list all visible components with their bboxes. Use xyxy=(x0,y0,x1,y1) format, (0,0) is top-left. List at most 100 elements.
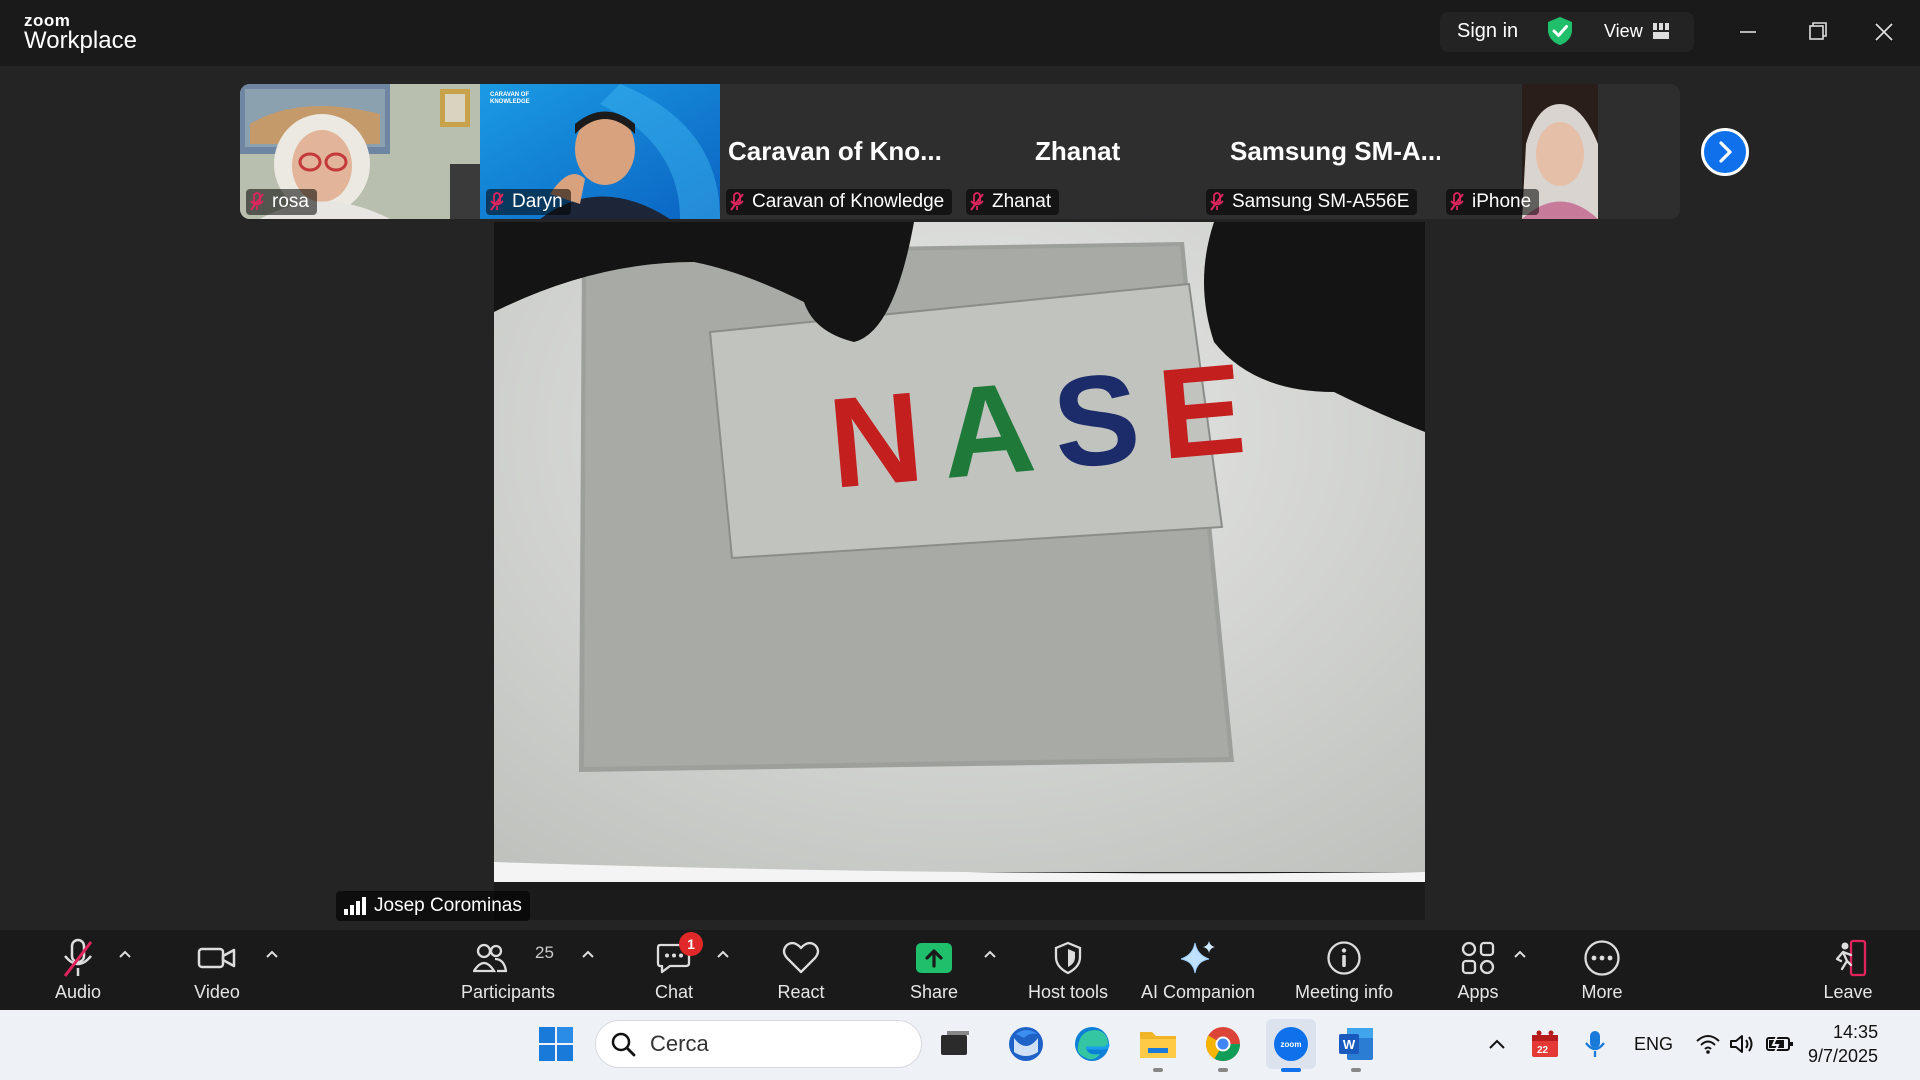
share-options-caret[interactable] xyxy=(982,946,998,962)
search-placeholder: Cerca xyxy=(650,1031,709,1056)
participants-icon xyxy=(438,936,578,980)
participant-filmstrip: rosa CARAVAN OF KNOWLEDGE Daryn Caravan … xyxy=(240,84,1680,219)
chat-unread-badge: 1 xyxy=(679,932,703,956)
mic-muted-icon xyxy=(250,192,264,212)
participant-name: rosa xyxy=(272,191,309,212)
microphone-icon[interactable] xyxy=(1575,1022,1615,1066)
file-explorer-icon[interactable] xyxy=(1136,1022,1180,1066)
more-button[interactable]: More xyxy=(1532,936,1672,1003)
participant-name-label: Samsung SM-A556E xyxy=(1206,189,1418,215)
info-icon xyxy=(1274,936,1414,980)
zoom-workplace-logo: zoom Workplace xyxy=(24,12,137,53)
card-letter: N xyxy=(823,363,949,516)
participant-name-label: Caravan of Knowledge xyxy=(726,189,953,215)
participants-options-caret[interactable] xyxy=(580,946,596,962)
shield-icon xyxy=(998,936,1138,980)
apps-label: Apps xyxy=(1457,982,1499,1002)
leave-label: Leave xyxy=(1823,982,1873,1002)
card-letter: A xyxy=(935,353,1061,506)
mic-muted-icon xyxy=(1210,192,1224,212)
participant-name-label: iPhone xyxy=(1446,189,1540,215)
battery-charging-icon[interactable] xyxy=(1760,1022,1800,1066)
participant-name: Samsung SM-A556E xyxy=(1232,191,1410,212)
running-indicator xyxy=(1153,1068,1163,1072)
video-label: Video xyxy=(194,982,240,1002)
active-speaker-video: NASE xyxy=(494,222,1425,920)
participant-tile[interactable]: rosa xyxy=(240,84,480,219)
calendar-app-icon[interactable]: 22 xyxy=(1525,1022,1565,1066)
participant-display-name: Zhanat xyxy=(1035,136,1121,166)
thunderbird-icon[interactable] xyxy=(1004,1022,1048,1066)
participant-name-label: Daryn xyxy=(486,189,571,215)
participant-tile[interactable]: Zhanat Zhanat xyxy=(960,84,1200,219)
volume-icon[interactable] xyxy=(1723,1022,1763,1066)
more-label: More xyxy=(1581,982,1623,1002)
mic-muted-icon xyxy=(970,192,984,212)
participant-name-label: Zhanat xyxy=(966,189,1060,215)
ai-companion-button[interactable]: AI Companion xyxy=(1128,936,1268,1003)
word-icon[interactable]: W xyxy=(1334,1022,1378,1066)
minimize-button[interactable] xyxy=(1728,14,1768,50)
sparkle-icon xyxy=(1128,936,1268,980)
ai-companion-label: AI Companion xyxy=(1140,982,1256,1002)
input-language[interactable]: ENG xyxy=(1634,1034,1673,1055)
svg-text:zoom: zoom xyxy=(1281,1040,1302,1049)
react-button[interactable]: React xyxy=(731,936,871,1003)
gallery-grid-icon[interactable] xyxy=(1653,23,1669,39)
clock-date: 9/7/2025 xyxy=(1808,1046,1879,1066)
card-letter: S xyxy=(1047,344,1166,497)
edge-browser-icon[interactable] xyxy=(1070,1022,1114,1066)
restore-button[interactable] xyxy=(1797,14,1837,50)
video-options-caret[interactable] xyxy=(264,946,280,962)
participant-display-name: Samsung SM-A... xyxy=(1230,136,1440,166)
heart-icon xyxy=(731,936,871,980)
leave-door-icon xyxy=(1778,936,1918,980)
caravan-logo: CARAVAN OF KNOWLEDGE xyxy=(490,92,530,105)
running-indicator xyxy=(1351,1068,1361,1072)
brand-large: Workplace xyxy=(24,27,137,54)
sign-in-button[interactable]: Sign in xyxy=(1457,20,1518,43)
view-button[interactable]: View xyxy=(1604,21,1643,42)
leave-button[interactable]: Leave xyxy=(1778,936,1918,1003)
audio-options-caret[interactable] xyxy=(117,946,133,962)
chat-options-caret[interactable] xyxy=(715,946,731,962)
taskbar-search-box[interactable]: Cerca xyxy=(595,1020,922,1068)
title-bar: zoom Workplace Sign in View xyxy=(0,0,1920,66)
participant-tile[interactable]: Caravan of Kno... Caravan of Knowledge xyxy=(720,84,960,219)
signal-strength-icon xyxy=(344,897,366,915)
more-dots-icon xyxy=(1532,936,1672,980)
participant-name-label: rosa xyxy=(246,189,317,215)
calendar-date-badge: 22 xyxy=(1537,1045,1549,1056)
participant-name: Caravan of Knowledge xyxy=(752,191,945,212)
participant-name: Daryn xyxy=(512,191,563,212)
clock-time: 14:35 xyxy=(1833,1022,1879,1042)
chat-label: Chat xyxy=(654,982,694,1002)
host-tools-button[interactable]: Host tools xyxy=(998,936,1138,1003)
participant-tile[interactable]: Samsung SM-A... Samsung SM-A556E xyxy=(1200,84,1440,219)
video-frame xyxy=(494,222,1425,920)
apps-options-caret[interactable] xyxy=(1512,946,1528,962)
mic-muted-icon xyxy=(730,192,744,212)
participant-tile[interactable]: CARAVAN OF KNOWLEDGE Daryn xyxy=(480,84,720,219)
zoom-app-icon[interactable]: zoom xyxy=(1266,1019,1316,1069)
meeting-info-button[interactable]: Meeting info xyxy=(1274,936,1414,1003)
windows-start-icon[interactable] xyxy=(534,1022,578,1066)
svg-text:W: W xyxy=(1343,1037,1356,1052)
system-clock[interactable]: 14:35 9/7/2025 xyxy=(1808,1020,1878,1068)
show-hidden-icons-chevron-up-icon[interactable] xyxy=(1477,1022,1517,1066)
active-speaker-label: Josep Corominas xyxy=(336,891,530,921)
participant-tile[interactable]: iPhone xyxy=(1440,84,1680,219)
security-shield-icon[interactable] xyxy=(1546,16,1574,46)
participants-button[interactable]: Participants xyxy=(438,936,578,1003)
active-indicator xyxy=(1281,1068,1301,1072)
close-button[interactable] xyxy=(1864,14,1904,50)
task-view-icon[interactable] xyxy=(933,1022,977,1066)
share-label: Share xyxy=(909,982,959,1002)
participants-count: 25 xyxy=(535,943,554,962)
chrome-icon[interactable] xyxy=(1201,1022,1245,1066)
search-icon xyxy=(611,1032,636,1057)
filmstrip-next-button[interactable] xyxy=(1701,128,1749,176)
speaker-name: Josep Corominas xyxy=(374,895,522,916)
host-tools-label: Host tools xyxy=(1027,982,1109,1002)
wifi-icon[interactable] xyxy=(1688,1022,1728,1066)
